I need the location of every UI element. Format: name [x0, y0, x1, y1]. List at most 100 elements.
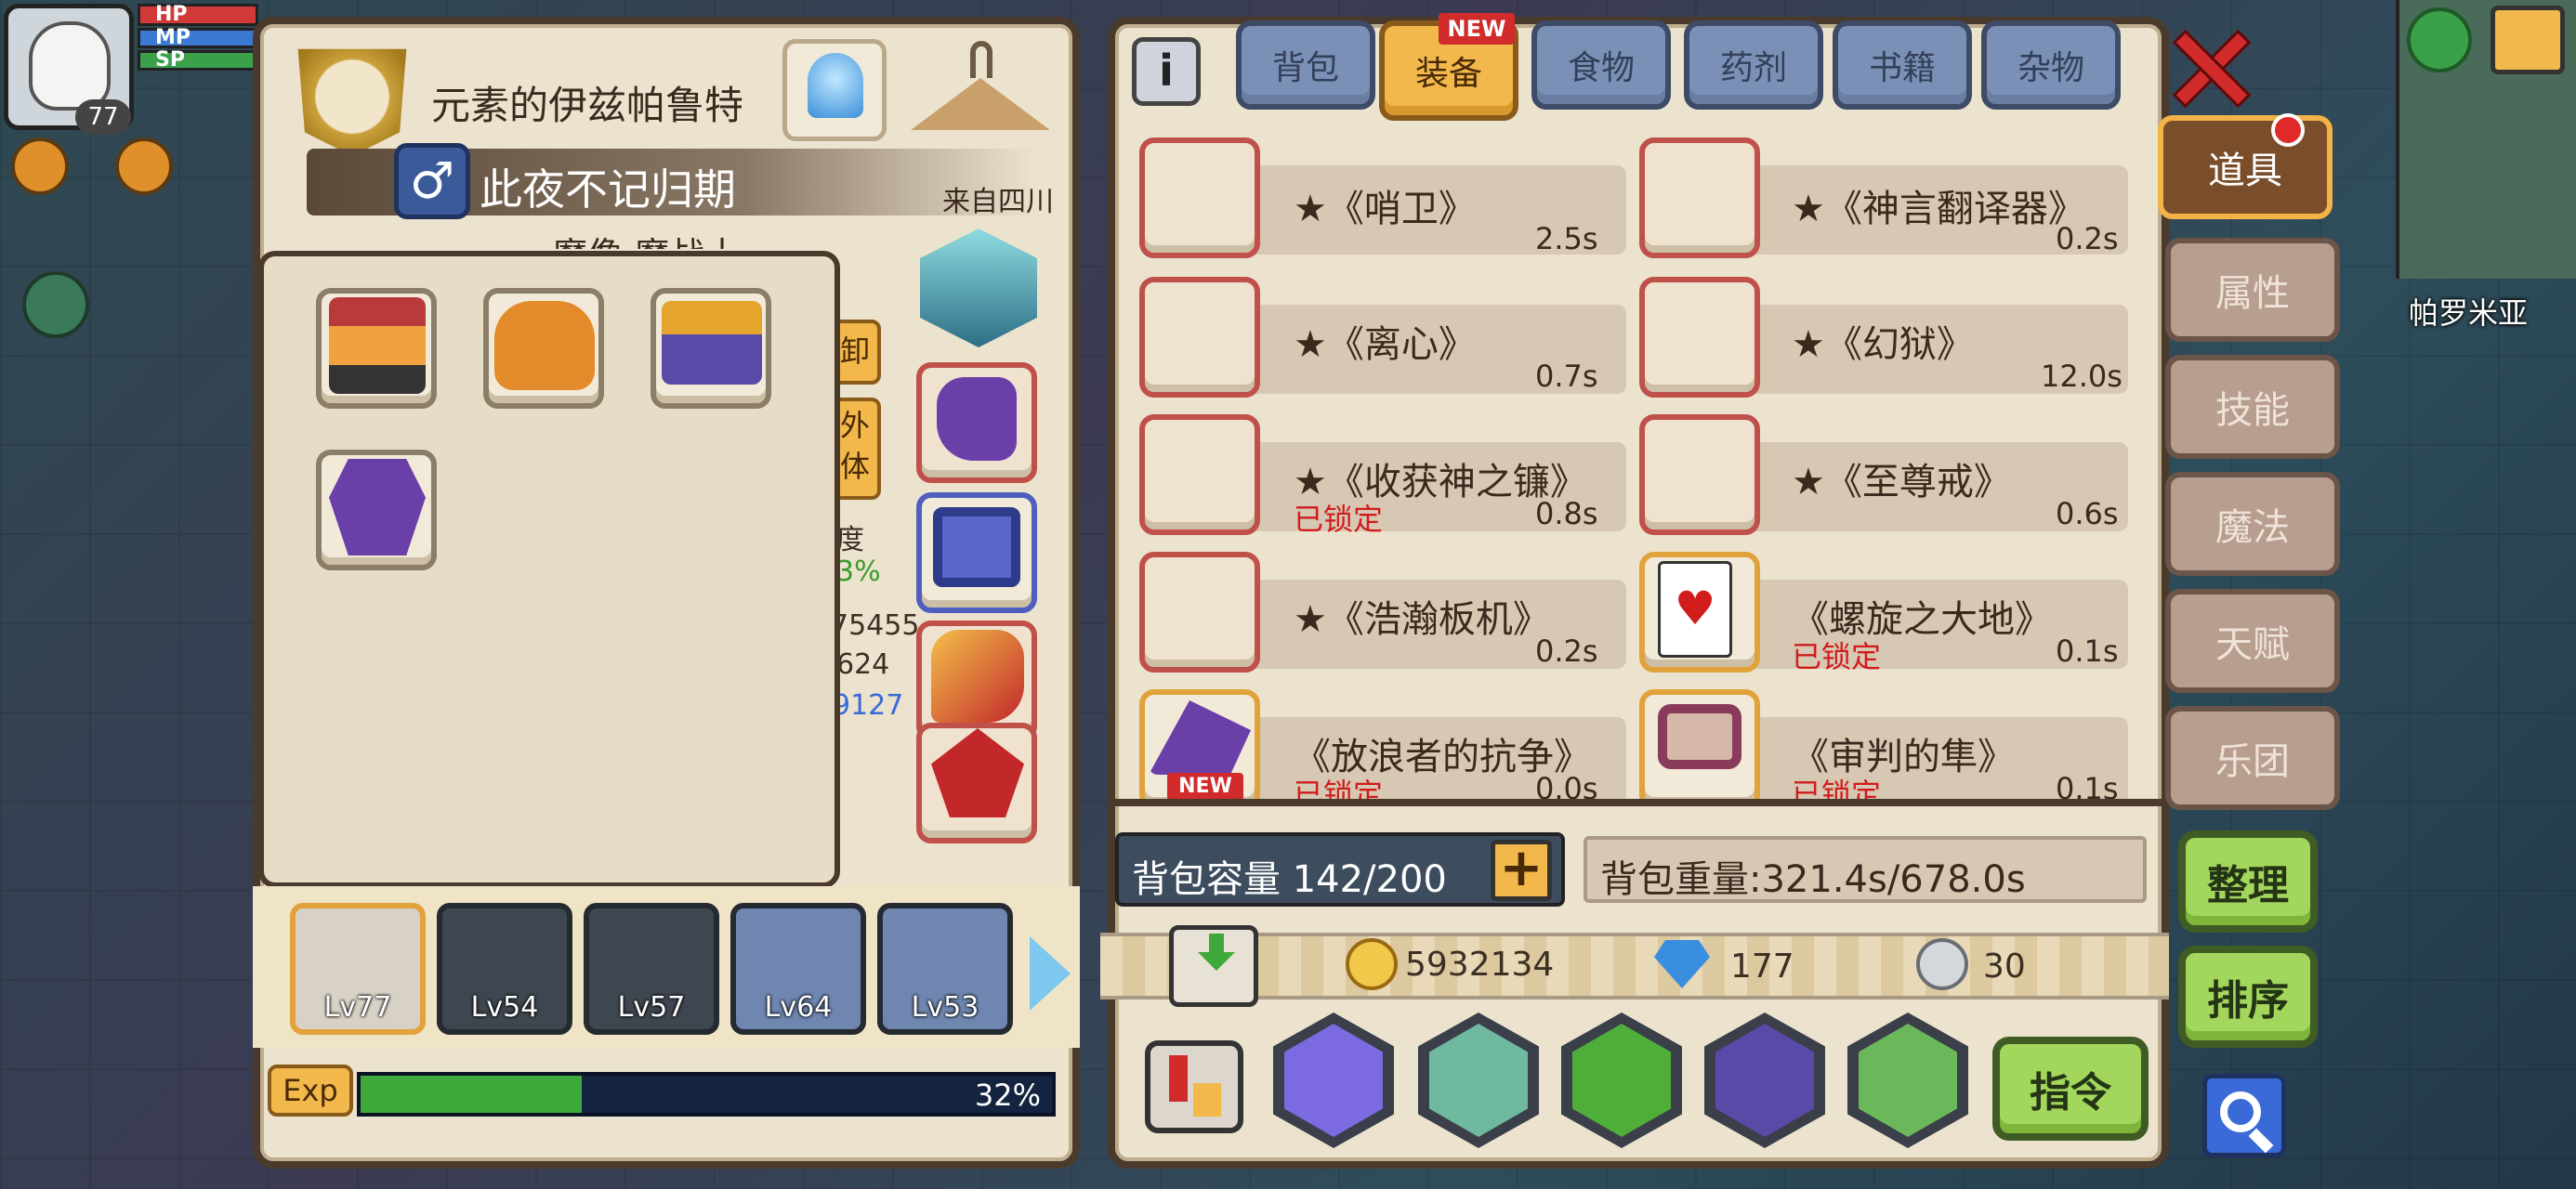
level-number: 77 [87, 103, 119, 131]
tab-backpack[interactable]: 背包 [1236, 20, 1375, 110]
wardrobe-hanger-icon[interactable] [911, 37, 1050, 145]
command-button[interactable]: 指令 [1992, 1037, 2149, 1141]
stat-fragment-1: 度 [836, 524, 864, 556]
side-tab-items[interactable]: 道具 [2158, 115, 2333, 219]
picker-item-4[interactable] [316, 450, 437, 570]
side-tab-skills[interactable]: 技能 [2165, 355, 2340, 459]
item-icon-judgement-falcon[interactable] [1639, 689, 1760, 799]
mp-label: MP [155, 26, 191, 49]
exp-percent: 32% [974, 1078, 1041, 1113]
character-name: 此夜不记归期 [480, 164, 736, 215]
item-weight: 0.0s [1535, 771, 1598, 799]
class-label: 魔像 魔战士 [552, 227, 740, 249]
gold-amount: 5932134 [1405, 946, 1555, 984]
stat-fragment-2: 3% [836, 555, 881, 588]
item-weight: 0.8s [1535, 496, 1598, 531]
item-weight: 0.7s [1535, 359, 1598, 394]
item-icon-supreme-ring[interactable] [1639, 414, 1760, 535]
item-name[interactable]: ★《至尊戒》 [1792, 451, 2011, 505]
item-locked-label: 已锁定 [1792, 777, 1882, 799]
party-member-3[interactable]: Lv57 [584, 903, 719, 1035]
tab-misc[interactable]: 杂物 [1981, 20, 2121, 110]
item-name[interactable]: ★《幻狱》 [1792, 314, 1974, 368]
hp-label: HP [155, 3, 188, 26]
weight-box: 背包重量:321.4s/678.0s [1584, 836, 2147, 903]
stat-fragment-4: 624 [836, 648, 890, 681]
buff-icon-1[interactable] [11, 137, 69, 195]
item-icon-centrifuge[interactable] [1139, 277, 1260, 398]
expand-map-icon[interactable] [2491, 6, 2565, 74]
equip-slot-ring[interactable] [916, 492, 1037, 613]
tab-books[interactable]: 书籍 [1833, 20, 1972, 110]
expand-capacity-button[interactable]: + [1491, 840, 1552, 901]
panel-divider [1115, 799, 2162, 806]
exp-bar-track: 32% [357, 1072, 1056, 1117]
party-member-5[interactable]: Lv53 [877, 903, 1013, 1035]
tab-potions[interactable]: 药剂 [1684, 20, 1823, 110]
silver-amount: 30 [1983, 947, 2026, 986]
character-title: 元素的伊兹帕鲁特 [431, 83, 744, 128]
picker-item-2[interactable] [483, 288, 604, 409]
side-tab-magic[interactable]: 魔法 [2165, 472, 2340, 576]
player-avatar[interactable]: 77 [4, 4, 134, 135]
item-name[interactable]: ★《离心》 [1294, 314, 1476, 368]
new-badge: NEW [1439, 13, 1515, 45]
item-locked-label: 已锁定 [1792, 639, 1882, 674]
item-icon-harvest-scythe[interactable] [1139, 414, 1260, 535]
stat-fragment-3: 75455 [831, 609, 920, 642]
item-new-badge: NEW [1167, 773, 1243, 799]
item-weight: 0.2s [2056, 221, 2119, 256]
item-weight: 2.5s [1535, 221, 1598, 256]
close-icon[interactable] [2171, 28, 2252, 109]
quest-icon[interactable] [22, 271, 89, 338]
storage-download-icon[interactable] [1169, 925, 1258, 1007]
gem-amount: 177 [1730, 947, 1794, 986]
side-tab-band[interactable]: 乐团 [2165, 706, 2340, 810]
level-badge: 77 [75, 99, 131, 135]
item-weight: 0.2s [1535, 634, 1598, 669]
side-tab-talents[interactable]: 天赋 [2165, 589, 2340, 693]
item-icon-trigger[interactable] [1139, 552, 1260, 673]
organize-button[interactable]: 整理 [2178, 830, 2318, 933]
exp-label: Exp [268, 1065, 353, 1117]
item-icon-sentinel[interactable] [1139, 137, 1260, 258]
stat-fragment-5: 9127 [833, 689, 904, 722]
globe-icon[interactable] [2407, 7, 2472, 72]
mp-bar: MP [138, 26, 258, 49]
item-icon-spiral-earth[interactable]: ♥ [1639, 552, 1760, 673]
item-list: ★《哨卫》 2.5s ★《神言翻译器》 0.2s ★《离心》 0.7s ★《幻狱… [1126, 128, 2152, 799]
item-name[interactable]: ★《神言翻译器》 [1792, 178, 2085, 232]
sp-bar: SP [138, 48, 258, 72]
buff-icon-2[interactable] [115, 137, 173, 195]
item-weight: 0.1s [2056, 634, 2119, 669]
info-button[interactable]: i [1132, 37, 1201, 106]
party-member-1[interactable]: Lv77 [290, 903, 426, 1035]
sp-label: SP [155, 48, 185, 72]
item-name[interactable]: ★《哨卫》 [1294, 178, 1476, 232]
gold-coin-icon [1346, 938, 1398, 990]
split-stack-button[interactable] [1145, 1040, 1243, 1133]
item-weight: 12.0s [2041, 359, 2123, 394]
item-name[interactable]: ★《浩瀚板机》 [1294, 589, 1550, 643]
teleport-crystal-icon[interactable] [782, 39, 887, 141]
equip-slot-gloves[interactable] [916, 362, 1037, 483]
item-icon-translator[interactable] [1639, 137, 1760, 258]
search-icon[interactable] [2202, 1074, 2286, 1157]
picker-item-1[interactable] [316, 288, 437, 409]
party-member-4[interactable]: Lv64 [730, 903, 866, 1035]
avatar-face-icon [29, 21, 111, 111]
tab-food[interactable]: 食物 [1531, 20, 1671, 110]
weight-text: 背包重量:321.4s/678.0s [1600, 858, 2026, 901]
origin-label: 来自四川 [942, 186, 1054, 218]
side-tab-attributes[interactable]: 属性 [2165, 238, 2340, 342]
map-location-label: 帕罗米亚 [2409, 295, 2529, 331]
item-icon-illusion-prison[interactable] [1639, 277, 1760, 398]
picker-item-3[interactable] [651, 288, 771, 409]
party-member-2[interactable]: Lv54 [437, 903, 572, 1035]
sort-button[interactable]: 排序 [2178, 946, 2318, 1048]
gender-icon: ♂ [394, 143, 470, 219]
equip-slot-cape[interactable] [916, 723, 1037, 843]
item-locked-label: 已锁定 [1294, 502, 1384, 537]
item-weight: 0.6s [2056, 496, 2119, 531]
hp-bar: HP [138, 3, 258, 26]
